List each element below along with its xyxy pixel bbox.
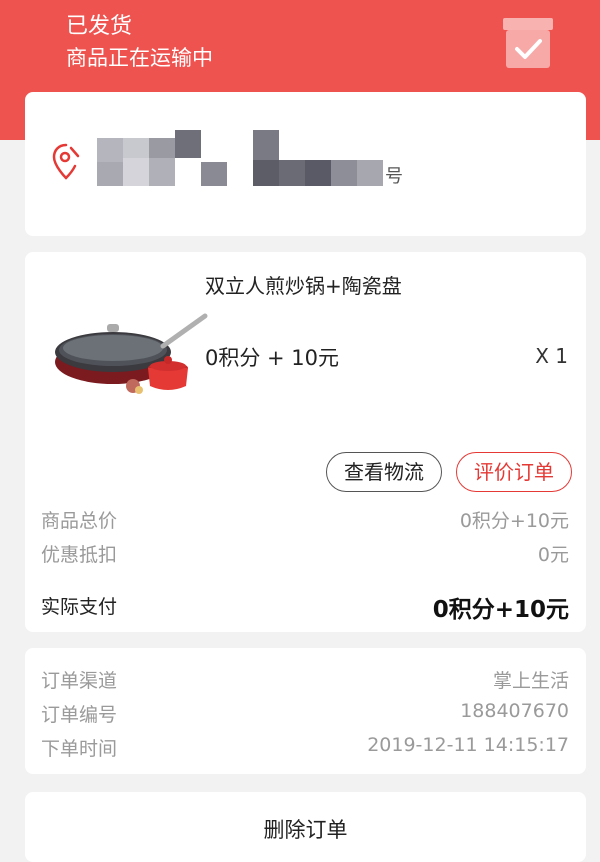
product-card: 双立人煎炒锅+陶瓷盘 0积分 + 10元 X 1 查看物流 评价订单 xyxy=(25,252,586,502)
order-info-value: 2019-12-11 14:15:17 xyxy=(367,734,569,756)
address-suffix: 号 xyxy=(385,166,403,187)
location-pin-icon xyxy=(52,143,80,180)
price-summary-card: 商品总价 0积分+10元 优惠抵扣 0元 实际支付 0积分+10元 xyxy=(25,502,586,632)
price-row-label: 优惠抵扣 xyxy=(41,544,118,566)
order-info-card: 订单渠道 掌上生活 订单编号 188407670 下单时间 2019-12-11… xyxy=(25,648,586,774)
price-row-value: 0积分+10元 xyxy=(432,597,569,623)
view-logistics-button[interactable]: 查看物流 xyxy=(326,452,442,492)
delete-order-button[interactable]: 删除订单 xyxy=(25,814,586,844)
order-info-value: 掌上生活 xyxy=(492,670,569,692)
price-row-total: 实际支付 0积分+10元 xyxy=(41,592,569,623)
product-image[interactable] xyxy=(43,302,209,402)
box-check-icon xyxy=(503,18,553,68)
order-status-subtitle: 商品正在运输中 xyxy=(66,46,213,70)
price-row-subtotal: 商品总价 0积分+10元 xyxy=(41,506,569,533)
order-status-title: 已发货 xyxy=(66,14,133,39)
order-info-number: 订单编号 188407670 xyxy=(41,700,569,727)
address-redacted xyxy=(97,130,427,186)
order-info-label: 下单时间 xyxy=(41,738,118,760)
price-row-label: 商品总价 xyxy=(41,510,118,532)
order-info-label: 订单渠道 xyxy=(41,670,118,692)
price-row-value: 0积分+10元 xyxy=(459,510,569,532)
product-price: 0积分 + 10元 xyxy=(205,346,340,370)
review-order-button[interactable]: 评价订单 xyxy=(456,452,572,492)
shipping-address-card[interactable]: 号 xyxy=(25,92,586,236)
product-name[interactable]: 双立人煎炒锅+陶瓷盘 xyxy=(205,270,402,299)
product-quantity: X 1 xyxy=(535,344,568,368)
order-info-channel: 订单渠道 掌上生活 xyxy=(41,666,569,693)
price-row-value: 0元 xyxy=(537,544,569,566)
order-info-value[interactable]: 188407670 xyxy=(460,700,569,722)
delete-order-card[interactable]: 删除订单 xyxy=(25,792,586,862)
price-row-label: 实际支付 xyxy=(41,596,118,618)
price-row-discount: 优惠抵扣 0元 xyxy=(41,540,569,567)
order-info-time: 下单时间 2019-12-11 14:15:17 xyxy=(41,734,569,761)
order-info-label: 订单编号 xyxy=(41,704,118,726)
